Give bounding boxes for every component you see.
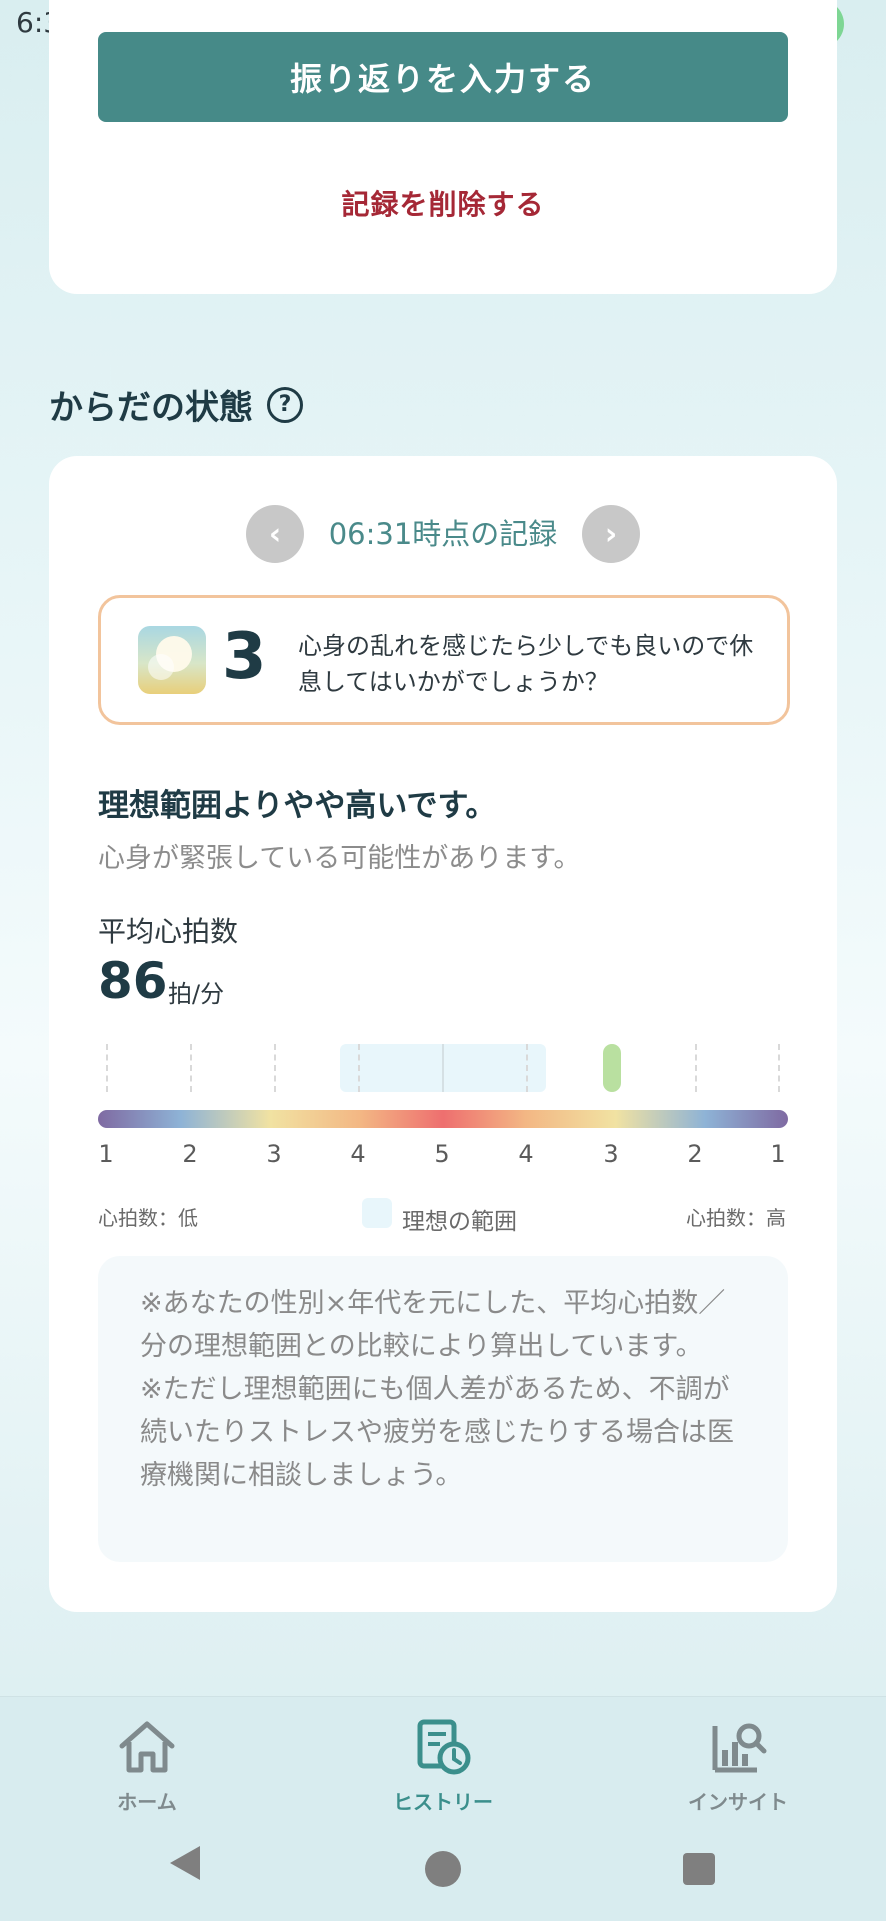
delete-record-button[interactable]: 記録を削除する: [98, 176, 788, 230]
scale-tick: [358, 1044, 360, 1092]
input-reflection-button[interactable]: 振り返りを入力する: [98, 32, 788, 122]
help-icon[interactable]: ?: [267, 386, 303, 423]
scale-tick: [526, 1044, 528, 1092]
score-message: 心身の乱れを感じたら少しでも良いので休息してはいかがでしょうか？: [298, 632, 754, 696]
scale-tick: [190, 1044, 192, 1092]
history-icon: [417, 1719, 471, 1775]
nav-home-label: ホーム: [117, 1790, 177, 1814]
note-line-1: ※あなたの性別×年代を元にした、平均心拍数／分の理想範囲との比較により算出してい…: [140, 1288, 726, 1362]
heart-rate-label: 平均心拍数: [98, 915, 239, 948]
weather-sun-icon: [138, 626, 206, 694]
insight-icon: [712, 1723, 767, 1773]
scale-number: 3: [266, 1140, 282, 1168]
heart-rate-unit: 拍/分: [168, 980, 225, 1008]
nav-home[interactable]: ホーム: [67, 1718, 227, 1815]
scale-tick: [274, 1044, 276, 1092]
heart-rate-gradient-bar: [98, 1110, 788, 1128]
note-line-2: ※ただし理想範囲にも個人差があるため、不調が続いたりストレスや疲労を感じたりする…: [140, 1374, 734, 1491]
next-record-button[interactable]: ›: [582, 505, 640, 563]
scale-tick: [695, 1044, 697, 1092]
heart-rate-value: 86: [98, 952, 168, 1010]
scale-number: 4: [350, 1140, 366, 1168]
legend-high-label: 心拍数：高: [686, 1206, 786, 1230]
scale-tick: [442, 1044, 444, 1092]
system-home-button[interactable]: [425, 1851, 461, 1887]
legend-low-label: 心拍数：低: [98, 1206, 198, 1230]
previous-record-button[interactable]: ‹: [246, 505, 304, 563]
legend-ideal-label: 理想の範囲: [402, 1209, 517, 1235]
nav-insight-label: インサイト: [688, 1790, 788, 1814]
nav-history[interactable]: ヒストリー: [363, 1718, 523, 1815]
section-title: からだの状態 ?: [49, 380, 303, 429]
ideal-range-swatch: [362, 1198, 392, 1228]
scale-number: 1: [770, 1140, 786, 1168]
scale-number: 3: [603, 1140, 619, 1168]
current-level-marker: [603, 1044, 621, 1092]
score-value: 3: [222, 620, 267, 694]
system-recents-button[interactable]: [683, 1853, 715, 1885]
assessment-detail: 心身が緊張している可能性があります。: [98, 843, 581, 874]
scale-tick: [778, 1044, 780, 1092]
scale-number: 1: [98, 1140, 114, 1168]
nav-insight[interactable]: インサイト: [658, 1718, 818, 1815]
note-text: ※あなたの性別×年代を元にした、平均心拍数／分の理想範囲との比較により算出してい…: [140, 1282, 750, 1497]
scale-number: 5: [434, 1140, 450, 1168]
section-title-text: からだの状態: [49, 388, 253, 428]
scale-tick: [106, 1044, 108, 1092]
scale-number: 2: [182, 1140, 198, 1168]
home-icon: [119, 1721, 175, 1773]
assessment-headline: 理想範囲よりやや高いです。: [98, 788, 497, 824]
record-time-label: 06:31時点の記録: [328, 517, 558, 551]
system-back-button[interactable]: [170, 1846, 200, 1880]
scale-number: 2: [687, 1140, 703, 1168]
nav-history-label: ヒストリー: [393, 1790, 493, 1814]
scale-number: 4: [518, 1140, 534, 1168]
